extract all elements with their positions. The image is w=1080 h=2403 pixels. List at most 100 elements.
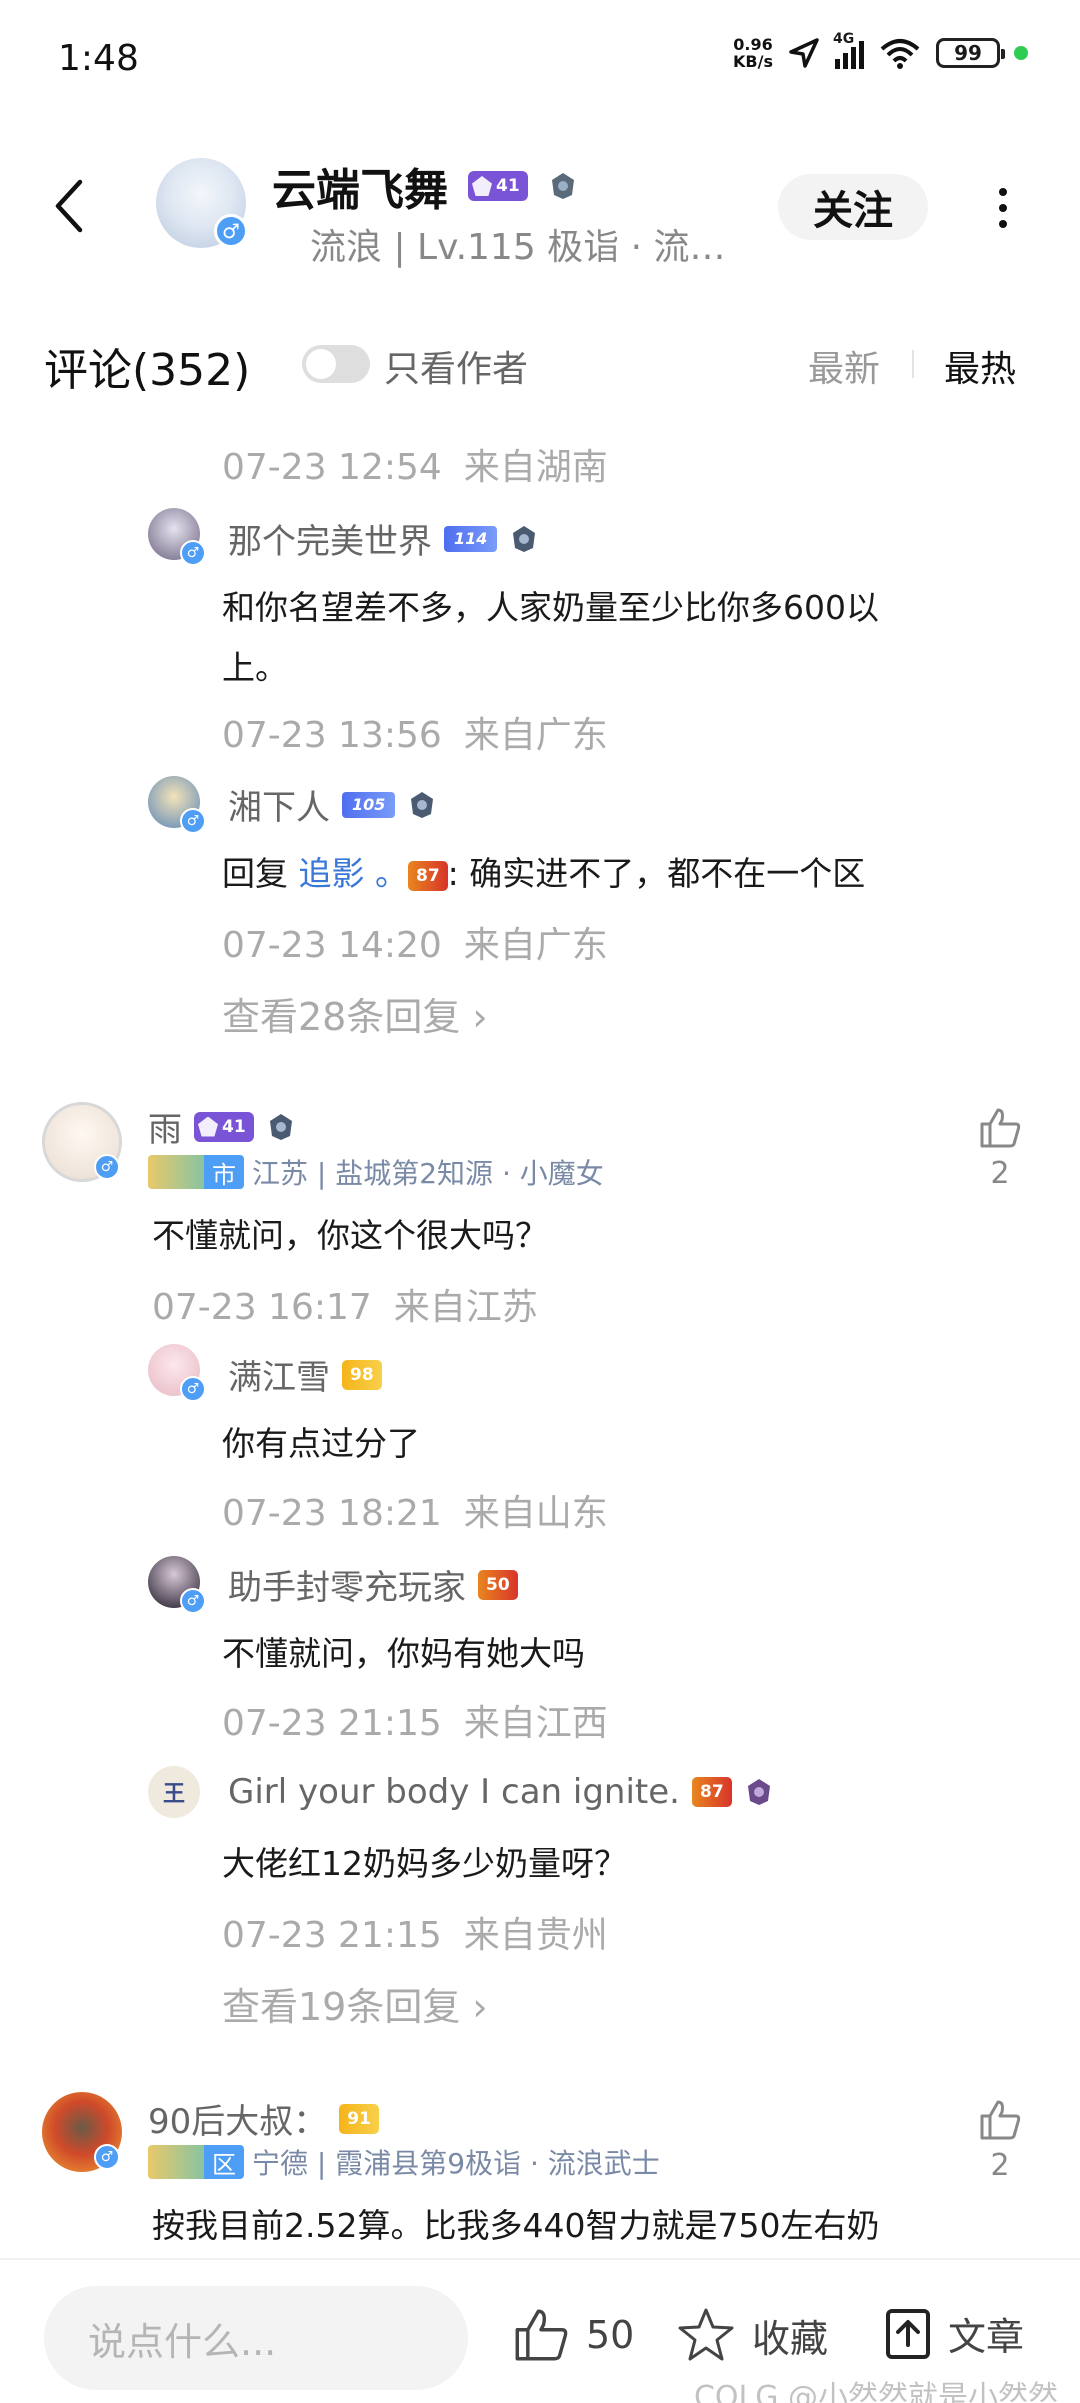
- author-avatar-wrap[interactable]: ♂: [156, 158, 252, 254]
- author-subtitle: 流浪 | Lv.115 极诣 · 流…: [310, 227, 726, 268]
- reply-avatar-wrap[interactable]: ♂: [148, 776, 206, 834]
- thumbs-up-icon[interactable]: [978, 1106, 1022, 1150]
- reply-prefix: 回复: [222, 854, 288, 893]
- reply-avatar[interactable]: 王: [148, 1766, 200, 1818]
- like-button[interactable]: 2: [978, 1106, 1022, 1191]
- author-name-text[interactable]: 云端飞舞: [272, 154, 448, 218]
- reply-location: 来自江西: [463, 1703, 608, 1744]
- like-count: 2: [990, 1156, 1010, 1191]
- favorite-label[interactable]: 收藏: [752, 2308, 828, 2363]
- sort-newest-tab[interactable]: 最新: [808, 340, 880, 392]
- level-badge-value: 41: [222, 1116, 246, 1137]
- reply-time: 07-23 21:15: [222, 1703, 442, 1744]
- battery-icon: 99: [936, 38, 1005, 68]
- reply-user-line: 满江雪 98: [228, 1350, 382, 1399]
- comment-user-line: 雨 41: [148, 1102, 296, 1151]
- reply-to-user-link[interactable]: 追影: [299, 854, 365, 893]
- article-upload-icon[interactable]: [884, 2307, 932, 2361]
- comment-avatar-wrap[interactable]: ♂: [42, 1102, 128, 1188]
- watermark: COLG @小然然就是小然然: [693, 2380, 1058, 2403]
- back-arrow-icon[interactable]: [50, 176, 90, 236]
- reply-text-line-1: 和你名望差不多，人家奶量至少比你多600以: [222, 588, 879, 627]
- gender-male-icon: ♂: [214, 214, 248, 248]
- comment-time: 07-23 12:54: [222, 447, 442, 488]
- reply-text: 不懂就问，你妈有她大吗: [222, 1634, 585, 1673]
- rank-emblem-icon: [747, 1779, 770, 1805]
- comment-username[interactable]: 90后大叔：: [148, 2094, 327, 2143]
- crown-level-badge: 87: [408, 860, 448, 891]
- reply-text: 和你名望差不多，人家奶量至少比你多600以 上。: [222, 578, 982, 698]
- reply-user-line: Girl your body I can ignite. 87: [228, 1772, 774, 1812]
- privacy-dot: [1014, 46, 1028, 60]
- reply-to-user-suffix: 。: [375, 854, 408, 893]
- reply-text: 你有点过分了: [222, 1424, 420, 1463]
- comment-user-line: 90后大叔： 91: [148, 2094, 379, 2143]
- reply-time: 07-23 14:20: [222, 925, 442, 966]
- bottom-bar-top-line: [0, 2258, 1080, 2260]
- reply-text: 大佬红12奶妈多少奶量呀？: [222, 1844, 627, 1883]
- reply-username[interactable]: Girl your body I can ignite.: [228, 1772, 680, 1812]
- article-label[interactable]: 文章: [948, 2306, 1024, 2361]
- status-icons: 0.96 KB/s 4G 99: [733, 31, 1028, 71]
- article-button[interactable]: 文章: [884, 2306, 1024, 2361]
- star-icon[interactable]: [676, 2306, 736, 2364]
- reply-meta: 07-23 14:20 来自广东: [222, 916, 608, 968]
- more-options-icon[interactable]: [988, 180, 1018, 236]
- comment-username[interactable]: 雨: [148, 1102, 182, 1151]
- gender-male-icon: ♂: [180, 1588, 206, 1614]
- reply-time: 07-23 18:21: [222, 1493, 442, 1534]
- crown-level-badge: 98: [342, 1359, 382, 1390]
- net-speed-unit: KB/s: [733, 52, 773, 71]
- reply-user-line: 湘下人 105: [228, 780, 437, 829]
- post-like-button[interactable]: 50: [512, 2306, 634, 2364]
- author-only-toggle[interactable]: [302, 345, 370, 383]
- level-badge: 41: [194, 1111, 254, 1142]
- crown-level-badge: 91: [339, 2103, 379, 2134]
- reply-username[interactable]: 助手封零充玩家: [228, 1560, 466, 1609]
- reply-avatar-wrap[interactable]: ♂: [148, 508, 206, 566]
- reply-user-line: 助手封零充玩家 50: [228, 1560, 518, 1609]
- like-button[interactable]: 2: [978, 2098, 1022, 2183]
- reply-username[interactable]: 湘下人: [228, 780, 330, 829]
- net-speed-value: 0.96: [733, 35, 773, 54]
- region-tag-text: 区: [204, 2145, 244, 2179]
- author-only-label[interactable]: 只看作者: [384, 340, 528, 392]
- thumbs-up-icon[interactable]: [512, 2306, 570, 2364]
- reply-text-line-2: 上。: [222, 648, 288, 687]
- reply-avatar-wrap[interactable]: ♂: [148, 1556, 206, 1614]
- comment-meta: 07-23 16:17 来自江苏: [152, 1278, 538, 1330]
- reply-username[interactable]: 那个完美世界: [228, 514, 432, 563]
- gender-male-icon: ♂: [180, 540, 206, 566]
- level-badge: 41: [468, 171, 528, 201]
- view-more-replies[interactable]: 查看28条回复 ›: [222, 986, 488, 1041]
- author-name[interactable]: 云端飞舞 41: [272, 154, 578, 218]
- comment-avatar-wrap[interactable]: ♂: [42, 2092, 128, 2178]
- reply-location: 来自广东: [463, 715, 608, 756]
- signal-icon: 4G: [833, 31, 864, 69]
- comment-time: 07-23 16:17: [152, 1287, 372, 1328]
- reply-meta: 07-23 21:15 来自贵州: [222, 1906, 608, 1958]
- region-tag: 市: [148, 1155, 244, 1189]
- comment-tag-line: 市 江苏 | 盐城第2知源 · 小魔女: [148, 1152, 604, 1192]
- thumbs-up-icon[interactable]: [978, 2098, 1022, 2142]
- reply-avatar-wrap[interactable]: 王: [148, 1766, 204, 1822]
- comment-input[interactable]: 说点什么...: [44, 2286, 468, 2390]
- comment-tag-line: 区 宁德 | 霞浦县第9极诣 · 流浪武士: [148, 2142, 660, 2182]
- comment-text: 不懂就问，你这个很大吗？: [152, 1216, 548, 1255]
- rank-emblem-icon: [513, 525, 536, 552]
- level-badge-value: 41: [496, 176, 520, 196]
- rank-emblem-icon: [411, 791, 434, 818]
- follow-button[interactable]: 关注: [778, 174, 928, 240]
- reply-username[interactable]: 满江雪: [228, 1350, 330, 1399]
- view-more-replies[interactable]: 查看19条回复 ›: [222, 1976, 488, 2031]
- post-like-count: 50: [586, 2313, 635, 2357]
- diamond-level-badge: 114: [444, 525, 498, 552]
- gender-male-icon: ♂: [94, 1154, 120, 1180]
- favorite-button[interactable]: 收藏: [676, 2306, 828, 2364]
- reply-meta: 07-23 13:56 来自广东: [222, 706, 608, 758]
- reply-avatar-wrap[interactable]: ♂: [148, 1344, 206, 1402]
- location-arrow-icon: [789, 38, 819, 68]
- comments-count-title: 评论(352): [44, 345, 251, 396]
- sort-hottest-tab[interactable]: 最热: [944, 340, 1016, 392]
- sort-divider: [912, 350, 914, 378]
